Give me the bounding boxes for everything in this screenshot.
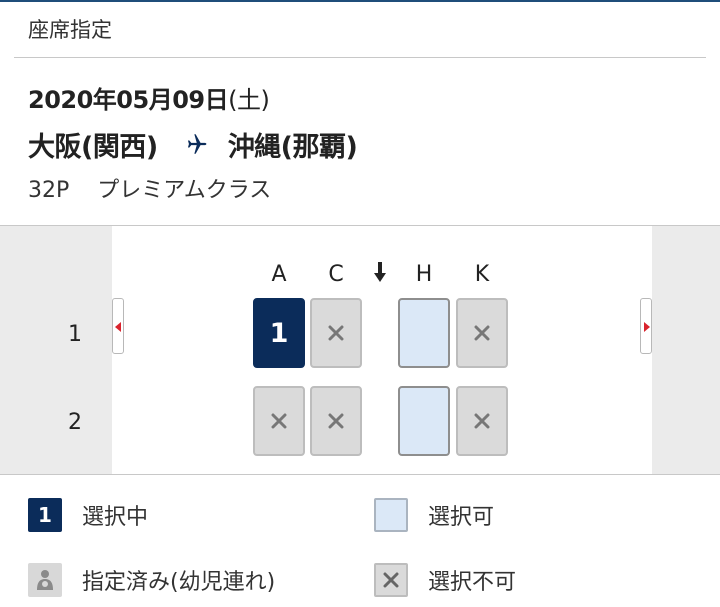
scroll-right-button[interactable] <box>640 298 652 354</box>
close-icon <box>474 325 490 341</box>
flight-date: 2020年05月09日(土) <box>28 80 270 115</box>
legend-selected-label: 選択中 <box>82 505 149 530</box>
divider <box>14 57 706 58</box>
legend-unavailable-label: 選択不可 <box>428 570 517 595</box>
column-label-c: C <box>328 262 344 287</box>
cabin-class: プレミアムクラス <box>97 178 272 203</box>
close-icon <box>474 413 490 429</box>
caret-right-icon <box>644 322 650 332</box>
scroll-left-button[interactable] <box>112 298 124 354</box>
route: 大阪(関西) 沖縄(那覇) <box>28 125 358 163</box>
close-icon <box>271 413 287 429</box>
legend-infant-label: 指定済み(幼児連れ) <box>82 570 276 595</box>
legend-infant: 指定済み(幼児連れ) <box>28 563 275 597</box>
column-label-a: A <box>271 262 287 287</box>
destination-city: 沖縄(那覇) <box>227 131 358 163</box>
close-icon <box>383 572 399 588</box>
caret-left-icon <box>115 322 121 332</box>
origin-city: 大阪(関西) <box>28 131 158 163</box>
legend-unavailable-swatch <box>374 563 408 597</box>
exit-arrow-down-icon <box>374 262 386 282</box>
flight-date-value: 2020年05月09日 <box>28 86 229 114</box>
row-label-1: 1 <box>68 322 82 347</box>
close-icon <box>328 413 344 429</box>
legend-selected-swatch: 1 <box>28 498 62 532</box>
flight-weekday: (土) <box>228 86 270 114</box>
flight-info: 32P プレミアムクラス <box>28 172 271 204</box>
column-label-k: K <box>474 262 490 287</box>
section-title: 座席指定 <box>28 18 112 42</box>
legend-unavailable: 選択不可 <box>374 563 516 597</box>
flight-number: 32P <box>28 178 70 203</box>
seat-2c <box>310 386 362 456</box>
row-label-2: 2 <box>68 410 82 435</box>
top-accent-line <box>0 0 720 2</box>
seat-1a[interactable]: 1 <box>253 298 305 368</box>
legend-available-swatch <box>374 498 408 532</box>
airplane-icon <box>187 134 207 154</box>
close-icon <box>328 325 344 341</box>
seat-2k <box>456 386 508 456</box>
legend-available: 選択可 <box>374 498 494 532</box>
infant-icon <box>28 563 62 597</box>
seat-1c <box>310 298 362 368</box>
seat-2h[interactable] <box>398 386 450 456</box>
column-label-h: H <box>415 262 433 287</box>
seat-1k <box>456 298 508 368</box>
legend-selected: 1 選択中 <box>28 498 148 532</box>
seat-1h[interactable] <box>398 298 450 368</box>
seat-selected-number: 1 <box>269 317 289 349</box>
legend-available-label: 選択可 <box>428 505 495 530</box>
seat-2a <box>253 386 305 456</box>
